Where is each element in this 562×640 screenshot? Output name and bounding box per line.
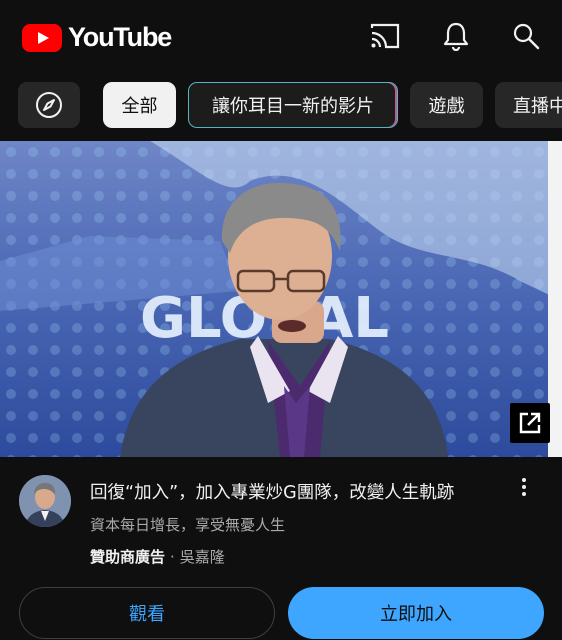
bell-icon[interactable]	[438, 18, 474, 54]
youtube-play-icon	[22, 23, 62, 52]
ad-info: 回復“加入”，加入專業炒G團隊，改變人生軌跡 資本每日增長，享受無憂人生 贊助商…	[0, 457, 562, 577]
video-player[interactable]: GLOBAL	[0, 141, 562, 457]
video-thumbnail: GLOBAL	[0, 141, 562, 457]
advertiser-name: 吳嘉隆	[179, 548, 225, 566]
meta-separator: ·	[170, 548, 175, 566]
top-bar: YouTube	[0, 0, 562, 72]
chip-fresh-videos[interactable]: 讓你耳目一新的影片	[188, 82, 398, 128]
cast-icon[interactable]	[367, 18, 403, 54]
chip-games[interactable]: 遊戲	[410, 82, 483, 128]
more-options-icon[interactable]	[512, 475, 536, 499]
watch-button[interactable]: 觀看	[19, 587, 275, 639]
chip-all[interactable]: 全部	[103, 82, 176, 128]
logo-text: YouTube	[68, 22, 172, 52]
ad-title[interactable]: 回復“加入”，加入專業炒G團隊，改變人生軌跡	[90, 479, 454, 504]
compass-icon	[36, 92, 62, 118]
open-external-button[interactable]	[510, 403, 550, 443]
search-icon[interactable]	[508, 18, 544, 54]
filter-chips: 全部 讓你耳目一新的影片 遊戲 直播中	[0, 82, 562, 130]
advertiser-avatar[interactable]	[19, 475, 71, 527]
chip-live[interactable]: 直播中	[495, 82, 562, 128]
youtube-logo[interactable]: YouTube	[22, 22, 172, 53]
sponsored-badge: 贊助商廣告	[90, 548, 166, 566]
open-external-icon	[519, 412, 541, 434]
ad-meta: 贊助商廣告 · 吳嘉隆	[90, 546, 225, 567]
explore-button[interactable]	[18, 82, 80, 128]
ad-description: 資本每日增長，享受無憂人生	[90, 516, 286, 534]
join-now-button[interactable]: 立即加入	[288, 587, 544, 639]
